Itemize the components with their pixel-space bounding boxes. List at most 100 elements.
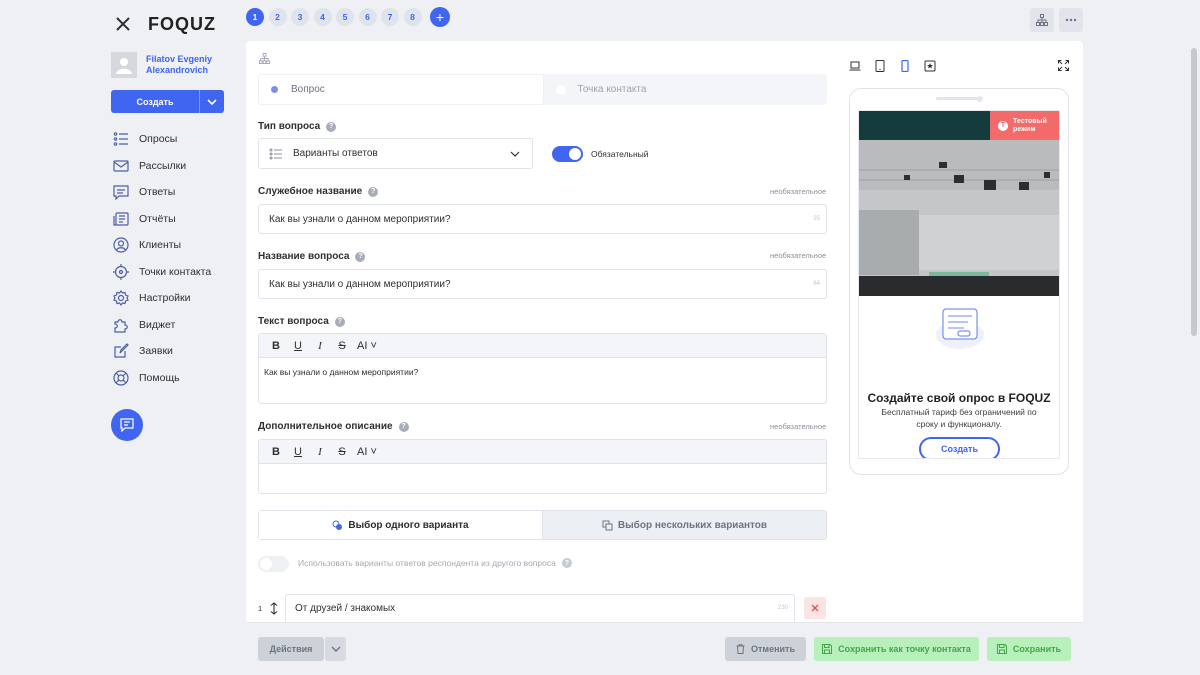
step-4[interactable]: 4 — [313, 8, 332, 26]
actions-dropdown-button[interactable] — [324, 637, 346, 661]
page-scrollbar[interactable] — [1191, 48, 1197, 336]
single-choice-button[interactable]: Выбор одного варианта — [259, 511, 543, 539]
create-button-label[interactable]: Создать — [111, 90, 199, 113]
step-6[interactable]: 6 — [358, 8, 377, 26]
step-3[interactable]: 3 — [291, 8, 309, 26]
save-as-contact-point-button[interactable]: Сохранить как точку контакта — [814, 637, 979, 661]
question-name-label: Название вопроса? — [258, 251, 366, 262]
more-button[interactable] — [1059, 8, 1083, 32]
chevron-down-icon — [510, 151, 520, 157]
service-name-value: Как вы узнали о данном мероприятии? — [269, 213, 451, 225]
structure-button[interactable] — [1030, 8, 1054, 32]
question-type-select[interactable]: Варианты ответов — [258, 138, 533, 169]
question-name-value: Как вы узнали о данном мероприятии? — [269, 278, 451, 290]
reuse-answers-label: Использовать варианты ответов респондент… — [298, 558, 572, 568]
close-icon[interactable] — [115, 16, 131, 32]
sidebar-item-settings[interactable]: Настройки — [113, 285, 211, 312]
sidebar-item-help[interactable]: Помощь — [113, 365, 211, 392]
help-icon[interactable]: ? — [398, 421, 409, 432]
hierarchy-icon[interactable] — [259, 53, 270, 64]
phone-icon — [901, 59, 909, 73]
step-7[interactable]: 7 — [381, 8, 399, 26]
device-desktop[interactable] — [849, 60, 861, 72]
delete-option-button[interactable] — [804, 597, 826, 619]
create-dropdown-button[interactable] — [199, 90, 224, 113]
fullscreen-icon[interactable] — [1058, 60, 1069, 71]
bold-button[interactable]: B — [265, 340, 287, 352]
sidebar-item-label: Точки контакта — [139, 265, 212, 278]
user-profile[interactable]: Filatov Evgeniy Alexandrovich — [111, 52, 212, 78]
chevron-down-icon — [331, 646, 340, 652]
device-tablet[interactable] — [874, 60, 886, 72]
promo-create-button[interactable]: Создать — [919, 437, 1000, 458]
sidebar-item-clients[interactable]: Клиенты — [113, 232, 211, 259]
sidebar-item-label: Рассылки — [139, 159, 187, 172]
step-2[interactable]: 2 — [268, 8, 287, 26]
support-chat-button[interactable] — [111, 409, 143, 441]
extra-description-editor[interactable]: B U I S AI ˅ — [258, 439, 827, 494]
help-icon[interactable]: ? — [326, 121, 337, 132]
phone-speaker — [936, 97, 978, 100]
sidebar-item-requests[interactable]: Заявки — [113, 338, 211, 365]
multiple-choice-button[interactable]: Выбор нескольких вариантов — [543, 511, 826, 539]
step-5[interactable]: 5 — [336, 8, 354, 26]
device-widget[interactable] — [924, 60, 936, 72]
question-name-input[interactable]: Как вы узнали о данном мероприятии? 64 — [258, 269, 827, 299]
char-counter: 230 — [777, 604, 788, 611]
device-mobile[interactable] — [899, 59, 911, 73]
italic-button[interactable]: I — [309, 446, 331, 458]
reuse-answers-toggle[interactable] — [258, 556, 289, 572]
step-8[interactable]: 8 — [403, 8, 422, 26]
hierarchy-icon — [1036, 14, 1048, 26]
question-text-editor[interactable]: B U I S AI ˅ Как вы узнали о данном меро… — [258, 333, 827, 404]
choice-mode-switch: Выбор одного варианта Выбор нескольких в… — [258, 510, 827, 540]
list-icon — [269, 148, 282, 159]
sidebar-item-answers[interactable]: Ответы — [113, 179, 211, 206]
step-1[interactable]: 1 — [246, 8, 264, 26]
tab-contact-point[interactable]: Точка контакта — [544, 74, 828, 105]
label-text: Дополнительное описание — [258, 421, 393, 432]
sidebar-item-contact-points[interactable]: Точки контакта — [113, 259, 211, 286]
strike-button[interactable]: S — [331, 446, 353, 458]
cancel-button[interactable]: Отменить — [725, 637, 806, 661]
actions-button[interactable]: Действия — [258, 637, 324, 661]
required-toggle[interactable] — [552, 146, 583, 162]
save-icon — [996, 644, 1007, 654]
multiple-choice-icon — [602, 520, 613, 530]
question-type-label: Тип вопроса? — [258, 121, 337, 132]
bottom-action-bar: Действия Отменить Сохранить как точку ко… — [246, 622, 1083, 675]
service-name-input[interactable]: Как вы узнали о данном мероприятии? 35 — [258, 204, 827, 234]
chevron-down-icon — [207, 98, 217, 105]
multiple-choice-label: Выбор нескольких вариантов — [617, 519, 768, 531]
answer-option-input[interactable]: От друзей / знакомых 230 — [285, 593, 795, 623]
sidebar-item-widget[interactable]: Виджет — [113, 312, 211, 339]
tab-question[interactable]: Вопрос — [258, 74, 544, 105]
editor-content[interactable]: Как вы узнали о данном мероприятии? — [259, 358, 826, 386]
create-button[interactable]: Создать — [111, 90, 224, 113]
help-icon[interactable]: ? — [334, 316, 345, 327]
save-button[interactable]: Сохранить — [987, 637, 1071, 661]
user-avatar-icon — [116, 58, 132, 74]
preview-cover-image — [859, 140, 1059, 296]
tab-radio — [555, 84, 566, 95]
bold-button[interactable]: B — [265, 446, 287, 458]
sidebar-item-reports[interactable]: Отчёты — [113, 206, 211, 233]
sidebar-item-mailings[interactable]: Рассылки — [113, 153, 211, 180]
strike-button[interactable]: S — [331, 340, 353, 352]
phone-camera — [977, 96, 983, 102]
service-name-label: Служебное название? — [258, 186, 379, 197]
add-step-button[interactable]: + — [430, 7, 450, 27]
drag-handle-icon[interactable] — [270, 601, 278, 615]
sidebar-item-surveys[interactable]: Опросы — [113, 126, 211, 153]
char-counter: 64 — [813, 281, 820, 287]
italic-button[interactable]: I — [309, 340, 331, 352]
font-size-button[interactable]: AI ˅ — [353, 446, 381, 458]
underline-button[interactable]: U — [287, 446, 309, 458]
help-icon[interactable]: ? — [368, 186, 379, 197]
font-size-button[interactable]: AI ˅ — [353, 340, 381, 352]
help-icon[interactable]: ? — [561, 558, 572, 568]
editor-content[interactable] — [259, 464, 826, 482]
sidebar-item-label: Отчёты — [139, 212, 176, 225]
underline-button[interactable]: U — [287, 340, 309, 352]
help-icon[interactable]: ? — [355, 251, 366, 262]
